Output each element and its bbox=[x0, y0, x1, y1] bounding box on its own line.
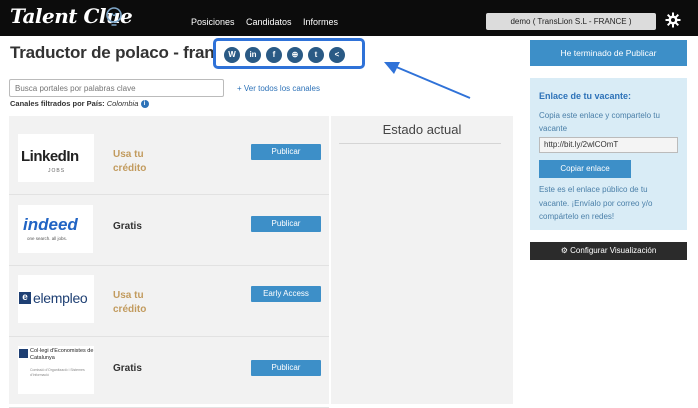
info-icon[interactable]: i bbox=[140, 100, 149, 109]
early-access-button[interactable]: Early Access bbox=[251, 286, 321, 302]
collegi-economistes-logo: Col·legi d'Economistes de Catalunya Comi… bbox=[18, 346, 94, 394]
filter-value[interactable]: Colombia bbox=[107, 99, 139, 108]
channel-row: Col·legi d'Economistes de Catalunya Comi… bbox=[9, 337, 329, 408]
annotation-arrow bbox=[384, 62, 471, 99]
filter-label: Canales filtrados por País: bbox=[10, 99, 105, 108]
publish-button[interactable]: Publicar bbox=[251, 360, 321, 376]
elempleo-logo: e elempleo bbox=[18, 275, 94, 323]
nav-informes[interactable]: Informes bbox=[303, 17, 338, 27]
channel-row: indeed one search. all jobs. Gratis Publ… bbox=[9, 195, 329, 266]
share-icons-box: W in f ⊕ t < bbox=[213, 38, 365, 69]
twitter-icon[interactable]: t bbox=[308, 47, 324, 63]
lightbulb-icon bbox=[106, 7, 122, 26]
divider bbox=[339, 143, 501, 144]
gear-icon: ⚙ bbox=[560, 246, 568, 255]
publish-button[interactable]: Publicar bbox=[251, 216, 321, 232]
channel-price: Usa tu crédito bbox=[113, 290, 147, 315]
top-bar: Talent Clue Posiciones Candidatos Inform… bbox=[0, 0, 698, 36]
nav-posiciones[interactable]: Posiciones bbox=[191, 17, 235, 27]
indeed-logo: indeed one search. all jobs. bbox=[18, 205, 93, 253]
publish-button[interactable]: Publicar bbox=[251, 144, 321, 160]
channel-price: Gratis bbox=[113, 221, 142, 232]
globe-icon[interactable]: ⊕ bbox=[287, 47, 303, 63]
channel-row: LinkedIn JOBS Usa tu crédito Publicar bbox=[9, 124, 329, 195]
channel-row: e elempleo Usa tu crédito Early Access bbox=[9, 266, 329, 337]
estado-panel: Estado actual bbox=[331, 116, 513, 404]
estado-title: Estado actual bbox=[382, 122, 462, 137]
link-title: Enlace de tu vacante: bbox=[539, 91, 632, 101]
copy-link-button[interactable]: Copiar enlace bbox=[539, 160, 631, 178]
gear-icon[interactable] bbox=[665, 12, 681, 28]
channel-price: Usa tu crédito bbox=[113, 149, 147, 174]
country-filter: Canales filtrados por País: Colombia i bbox=[10, 99, 149, 109]
link-note: Este es el enlace público de tu vacante.… bbox=[539, 185, 653, 221]
share-icon[interactable]: < bbox=[329, 47, 345, 63]
link-description: Copia este enlace y compartelo tu vacant… bbox=[539, 111, 660, 133]
configure-display-button[interactable]: ⚙ Configurar Visualización bbox=[530, 242, 687, 260]
account-selector[interactable]: demo ( TransLion S.L - FRANCE ) bbox=[486, 13, 656, 30]
finish-publishing-button[interactable]: He terminado de Publicar bbox=[530, 40, 687, 66]
config-label: Configurar Visualización bbox=[570, 246, 657, 255]
vacancy-link-box: Enlace de tu vacante: Copia este enlace … bbox=[530, 78, 687, 230]
nav-candidatos[interactable]: Candidatos bbox=[246, 17, 292, 27]
page-title: Traductor de polaco - francés bbox=[10, 43, 243, 62]
linkedin-icon[interactable]: in bbox=[245, 47, 261, 63]
wordpress-icon[interactable]: W bbox=[224, 47, 240, 63]
search-input[interactable] bbox=[9, 79, 224, 97]
facebook-icon[interactable]: f bbox=[266, 47, 282, 63]
channel-price: Gratis bbox=[113, 363, 142, 374]
channels-panel: LinkedIn JOBS Usa tu crédito Publicar in… bbox=[9, 116, 329, 408]
linkedin-logo: LinkedIn JOBS bbox=[18, 134, 94, 182]
vacancy-link-field[interactable]: http://bit.ly/2wlCOmT bbox=[539, 137, 678, 153]
see-all-channels-link[interactable]: + Ver todos los canales bbox=[237, 84, 320, 93]
